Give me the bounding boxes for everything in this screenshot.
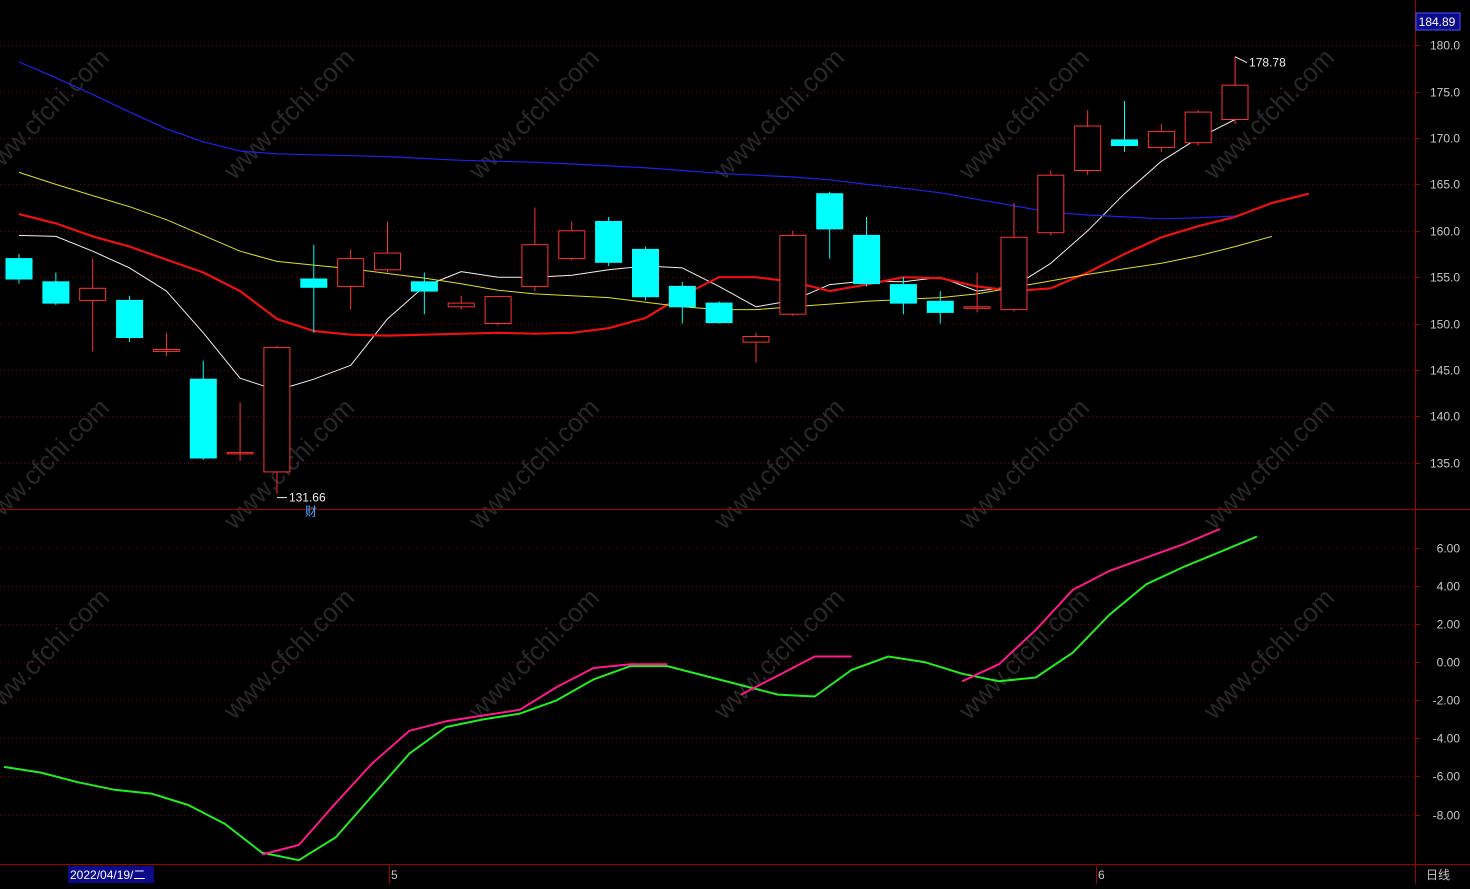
price-tick-label: 175.0: [1430, 86, 1460, 100]
stock-chart[interactable]: www.cfchi.com www.cfchi.com www.cfchi.com w…: [0, 0, 1470, 884]
price-tick-label: 170.0: [1430, 132, 1460, 146]
price-tick-label: 160.0: [1430, 225, 1460, 239]
osc-tick-label: 4.00: [1437, 580, 1461, 594]
candle-body[interactable]: [853, 234, 881, 285]
candle-body[interactable]: [189, 378, 217, 459]
candle-body[interactable]: [410, 281, 438, 292]
candle-body[interactable]: [1184, 111, 1212, 144]
osc-tick-label: 6.00: [1437, 542, 1461, 556]
candle-body[interactable]: [889, 284, 917, 304]
candle-body[interactable]: [337, 258, 365, 287]
candle-body[interactable]: [116, 299, 144, 338]
candle-body[interactable]: [152, 349, 180, 352]
osc-tick-label: 0.00: [1437, 656, 1461, 670]
candle-body[interactable]: [226, 451, 254, 455]
candle-body[interactable]: [668, 285, 696, 308]
candle-down[interactable]: [705, 301, 733, 324]
candle-body[interactable]: [1000, 236, 1028, 311]
candle-body[interactable]: [558, 230, 586, 260]
osc-tick-label: -2.00: [1433, 694, 1461, 708]
candle-body[interactable]: [374, 252, 401, 271]
candle-body[interactable]: [42, 281, 70, 304]
candle-up[interactable]: [1184, 110, 1212, 146]
top-price-badge-label: 184.89: [1419, 15, 1456, 29]
candle-body[interactable]: [521, 244, 549, 287]
candle-body[interactable]: [926, 300, 954, 313]
osc-tick-label: -6.00: [1433, 770, 1461, 784]
candle-body[interactable]: [79, 287, 107, 301]
candle-down[interactable]: [595, 216, 623, 267]
price-tick-label: 135.0: [1430, 457, 1460, 471]
candle-body[interactable]: [595, 221, 623, 263]
candle-body[interactable]: [263, 347, 291, 473]
price-tick-label: 155.0: [1430, 271, 1460, 285]
low-label: 131.66: [289, 491, 326, 505]
candle-up[interactable]: [779, 230, 807, 317]
date-cursor-label: 2022/04/19/二: [70, 868, 145, 882]
candle-body[interactable]: [705, 302, 733, 324]
month-label-5: 5: [391, 868, 398, 882]
candle-up[interactable]: [263, 345, 291, 494]
candle-body[interactable]: [1074, 125, 1102, 171]
candle-body[interactable]: [447, 302, 475, 308]
candle-body[interactable]: [1111, 139, 1138, 146]
candle-body[interactable]: [632, 248, 659, 298]
osc-tick-label: -8.00: [1433, 809, 1461, 823]
finance-event-marker[interactable]: 财: [305, 505, 317, 519]
candle-down[interactable]: [116, 295, 144, 343]
period-selector[interactable]: 日线: [1426, 868, 1450, 882]
month-label-6: 6: [1098, 868, 1105, 882]
price-tick-label: 140.0: [1430, 410, 1460, 424]
candle-body[interactable]: [779, 234, 807, 315]
osc-tick-label: 2.00: [1437, 618, 1461, 632]
chart-svg[interactable]: www.cfchi.com www.cfchi.com www.cfchi.com w…: [0, 0, 1470, 884]
candle-body[interactable]: [816, 193, 844, 230]
candle-down[interactable]: [5, 253, 33, 284]
candle-up[interactable]: [1037, 170, 1065, 236]
candle-down[interactable]: [632, 246, 659, 301]
candle-body[interactable]: [1037, 174, 1065, 234]
candle-body[interactable]: [5, 258, 33, 280]
candle-body[interactable]: [1147, 131, 1175, 148]
candle-up[interactable]: [484, 295, 512, 326]
price-tick-label: 150.0: [1430, 318, 1460, 332]
candle-body[interactable]: [1221, 84, 1249, 120]
high-label: 178.78: [1249, 56, 1286, 70]
osc-tick-label: -4.00: [1433, 732, 1461, 746]
price-tick-label: 180.0: [1430, 39, 1460, 53]
candle-body[interactable]: [300, 278, 328, 288]
price-tick-label: 165.0: [1430, 178, 1460, 192]
price-tick-label: 145.0: [1430, 364, 1460, 378]
candle-body[interactable]: [742, 336, 770, 343]
candle-body[interactable]: [484, 296, 512, 325]
candle-body[interactable]: [963, 306, 991, 309]
